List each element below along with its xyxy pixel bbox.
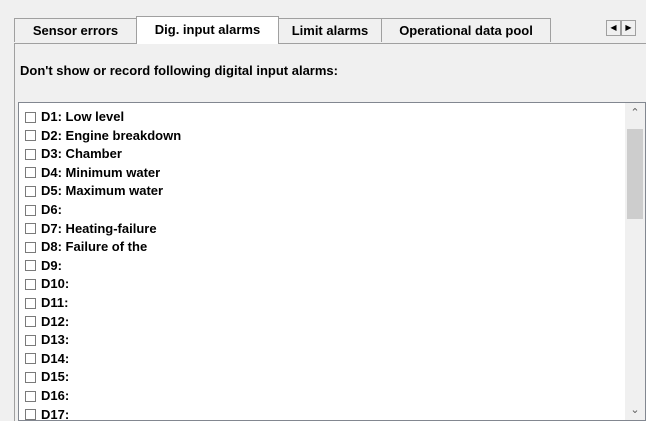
scroll-thumb[interactable]	[627, 129, 643, 219]
tab-operational-data-pool[interactable]: Operational data pool	[381, 18, 551, 42]
alarm-list-item[interactable]: D16:	[25, 387, 69, 405]
tab-sensor-errors[interactable]: Sensor errors	[14, 18, 137, 42]
alarm-label: D15:	[41, 369, 70, 385]
alarm-list-item[interactable]: D9:	[25, 257, 62, 275]
alarm-list-item[interactable]: D6:	[25, 201, 62, 219]
alarm-checkbox[interactable]	[25, 111, 36, 123]
alarm-list-item[interactable]: D5: Maximum water	[25, 182, 163, 200]
alarm-label: D8: Failure of the	[41, 239, 148, 255]
alarm-label: D13:	[41, 332, 70, 348]
alarm-label: D3: Chamber	[41, 146, 122, 162]
alarm-list-item[interactable]: D11:	[25, 294, 68, 312]
alarm-list-item[interactable]: D14:	[25, 350, 69, 368]
alarm-settings-window: Sensor errors Dig. input alarms Limit al…	[0, 0, 646, 421]
alarm-label: D11:	[41, 295, 69, 310]
vertical-scrollbar[interactable]: ⌃ ⌄	[625, 103, 645, 420]
alarm-list-item[interactable]: D12:	[25, 313, 69, 331]
alarm-checkbox[interactable]	[25, 334, 36, 346]
alarm-label: D10:	[41, 276, 70, 292]
alarm-list-item[interactable]: D2: Engine breakdown	[25, 127, 181, 145]
alarm-checkbox[interactable]	[25, 130, 36, 142]
alarm-checkbox[interactable]	[25, 185, 36, 197]
alarm-label: D17:	[41, 406, 70, 420]
tab-scroll-left-icon[interactable]: ◀	[606, 20, 621, 36]
alarm-list-item[interactable]: D13:	[25, 331, 69, 349]
alarm-list-item[interactable]: D15:	[25, 368, 69, 386]
tab-limit-alarms[interactable]: Limit alarms	[278, 18, 382, 42]
alarm-list-item[interactable]: D17:	[25, 406, 69, 420]
alarm-label: D14:	[41, 350, 70, 366]
alarm-checklist[interactable]: D1: Low level D2: Engine breakdown D3: Cha…	[18, 102, 646, 421]
alarm-list-item[interactable]: D8: Failure of the	[25, 238, 147, 256]
alarm-checkbox[interactable]	[25, 371, 36, 383]
alarm-checkbox[interactable]	[25, 278, 36, 290]
scroll-up-icon[interactable]: ⌃	[625, 103, 645, 123]
alarm-checkbox[interactable]	[25, 260, 36, 272]
alarm-list-item[interactable]: D4: Minimum water	[25, 164, 160, 182]
alarm-checkbox[interactable]	[25, 390, 36, 402]
alarm-label: D4: Minimum water	[41, 164, 161, 180]
tab-scroll-right-icon[interactable]: ▶	[621, 20, 636, 36]
alarm-list-item[interactable]: D1: Low level	[25, 108, 124, 126]
alarm-label: D16:	[41, 388, 70, 403]
alarm-checkbox[interactable]	[25, 241, 36, 253]
tab-dig-input-alarms[interactable]: Dig. input alarms	[136, 16, 279, 44]
alarm-label: D1: Low level	[41, 109, 125, 124]
tab-strip: Sensor errors Dig. input alarms Limit al…	[14, 16, 646, 44]
alarm-checkbox[interactable]	[25, 148, 36, 160]
alarm-label: D5: Maximum water	[41, 183, 164, 199]
alarm-checkbox[interactable]	[25, 297, 36, 309]
alarm-label: D6:	[41, 202, 62, 217]
alarm-list-item[interactable]: D10:	[25, 275, 69, 293]
alarm-label: D9:	[41, 257, 62, 273]
alarm-checkbox[interactable]	[25, 353, 36, 365]
alarm-list-item[interactable]: D7: Heating-failure	[25, 220, 157, 238]
alarm-checkbox[interactable]	[25, 409, 36, 420]
alarm-label: D7: Heating-failure	[41, 220, 157, 236]
alarm-checkbox[interactable]	[25, 223, 36, 235]
section-caption: Don't show or record following digital i…	[20, 63, 338, 78]
alarm-label: D12:	[41, 313, 70, 329]
alarm-checklist-items: D1: Low level D2: Engine breakdown D3: Cha…	[19, 103, 625, 420]
alarm-list-item[interactable]: D3: Chamber	[25, 145, 122, 163]
scroll-down-icon[interactable]: ⌄	[625, 400, 645, 420]
alarm-checkbox[interactable]	[25, 204, 36, 216]
alarm-checkbox[interactable]	[25, 316, 36, 328]
alarm-checkbox[interactable]	[25, 167, 36, 179]
alarm-label: D2: Engine breakdown	[41, 127, 182, 143]
